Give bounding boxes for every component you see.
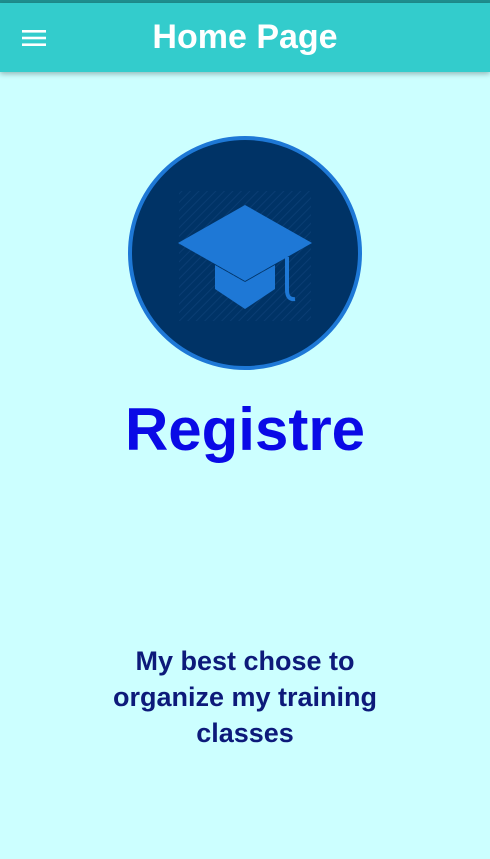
app-logo (127, 135, 363, 371)
hamburger-menu-icon (22, 30, 46, 46)
menu-button[interactable] (12, 16, 56, 60)
app-name-heading: Registre (124, 396, 366, 463)
app-bar: Home Page (0, 3, 490, 72)
page-title: Home Page (152, 18, 338, 56)
graduation-cap-icon (128, 136, 362, 370)
tagline-text: My best chose to organize my training cl… (112, 646, 378, 748)
